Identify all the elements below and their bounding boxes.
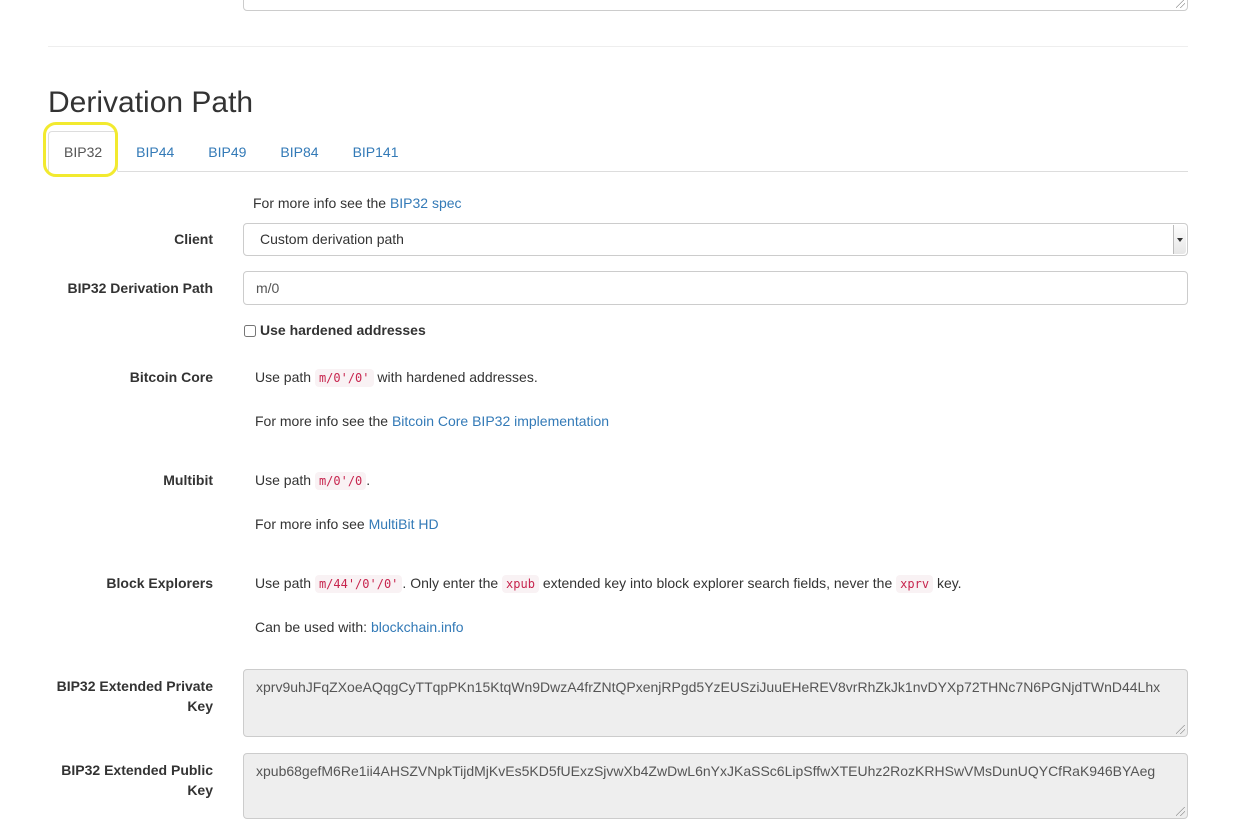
block-explorers-used-with: Can be used with: blockchain.info (255, 617, 464, 637)
multibit-hd-link[interactable]: MultiBit HD (369, 516, 439, 532)
label-line-2: Key (187, 782, 213, 798)
resize-handle-icon[interactable] (1176, 725, 1185, 734)
derivation-path-input[interactable] (243, 271, 1188, 305)
info-prefix: For more info see (255, 516, 365, 532)
used-with-prefix: Can be used with: (255, 619, 368, 635)
spec-info: For more info see the BIP32 spec (253, 193, 462, 213)
client-select[interactable]: Custom derivation path (243, 223, 1188, 256)
block-explorers-path-code: m/44'/0'/0' (314, 575, 403, 593)
hardened-label[interactable]: Use hardened addresses (260, 320, 426, 340)
derivation-path-label: BIP32 Derivation Path (67, 280, 214, 296)
block-explorers-label: Block Explorers (106, 575, 213, 591)
multibit-usage: Use path m/0'/0. (255, 470, 370, 491)
tab-bip32[interactable]: BIP32 (48, 131, 119, 172)
multibit-label: Multibit (163, 472, 213, 488)
label-line-1: BIP32 Extended Private (56, 678, 213, 694)
usage-prefix: Use path (255, 472, 312, 488)
ext-private-key-value: xprv9uhJFqZXoeAQqgCyTTqpPKn15KtqWn9DwzA4… (256, 679, 1161, 695)
chevron-down-icon[interactable] (1173, 225, 1186, 254)
usage-prefix: Use path (255, 575, 312, 591)
derivation-tabs: BIP32 BIP44 BIP49 BIP84 BIP141 (48, 131, 1188, 172)
section-divider (48, 46, 1188, 47)
xpub-code: xpub (502, 575, 539, 593)
spec-info-prefix: For more info see the (253, 195, 387, 211)
previous-textarea[interactable] (243, 0, 1188, 11)
usage-text-3: key. (936, 575, 962, 591)
client-label: Client (174, 231, 213, 247)
bitcoin-core-path-code: m/0'/0' (314, 369, 374, 387)
usage-suffix: . (366, 472, 371, 488)
ext-private-key-label: BIP32 Extended Private Key (48, 676, 213, 716)
client-select-value: Custom derivation path (260, 231, 404, 247)
bip32-spec-link[interactable]: BIP32 spec (390, 195, 462, 211)
ext-private-key-textarea[interactable]: xprv9uhJFqZXoeAQqgCyTTqpPKn15KtqWn9DwzA4… (243, 669, 1188, 737)
usage-text-1: . Only enter the (402, 575, 499, 591)
ext-public-key-label: BIP32 Extended Public Key (48, 760, 213, 800)
ext-public-key-value: xpub68gefM6Re1ii4AHSZVNpkTijdMjKvEs5KD5f… (256, 763, 1156, 779)
xprv-code: xprv (896, 575, 934, 593)
multibit-path-code: m/0'/0 (314, 472, 367, 490)
tab-bip44[interactable]: BIP44 (120, 131, 190, 171)
bitcoin-core-label: Bitcoin Core (129, 369, 213, 385)
tab-bip49[interactable]: BIP49 (192, 131, 262, 171)
resize-handle-icon[interactable] (1176, 807, 1185, 816)
tab-bip141[interactable]: BIP141 (337, 131, 415, 171)
label-line-1: BIP32 Extended Public (61, 762, 213, 778)
block-explorers-usage: Use path m/44'/0'/0'. Only enter the xpu… (255, 573, 962, 594)
bitcoin-core-info: For more info see the Bitcoin Core BIP32… (255, 411, 609, 431)
bitcoin-core-bip32-link[interactable]: Bitcoin Core BIP32 implementation (392, 413, 609, 429)
section-title: Derivation Path (48, 86, 254, 119)
info-prefix: For more info see the (255, 413, 389, 429)
label-line-2: Key (187, 698, 213, 714)
usage-suffix: with hardened addresses. (377, 369, 538, 385)
resize-handle-icon[interactable] (1176, 0, 1185, 8)
bitcoin-core-usage: Use path m/0'/0' with hardened addresses… (255, 367, 538, 388)
usage-prefix: Use path (255, 369, 312, 385)
ext-public-key-textarea[interactable]: xpub68gefM6Re1ii4AHSZVNpkTijdMjKvEs5KD5f… (243, 753, 1188, 819)
usage-text-2: extended key into block explorer search … (542, 575, 893, 591)
blockchain-info-link[interactable]: blockchain.info (371, 619, 464, 635)
hardened-checkbox[interactable] (244, 325, 256, 337)
multibit-info: For more info see MultiBit HD (255, 514, 439, 534)
tab-bip84[interactable]: BIP84 (264, 131, 334, 171)
